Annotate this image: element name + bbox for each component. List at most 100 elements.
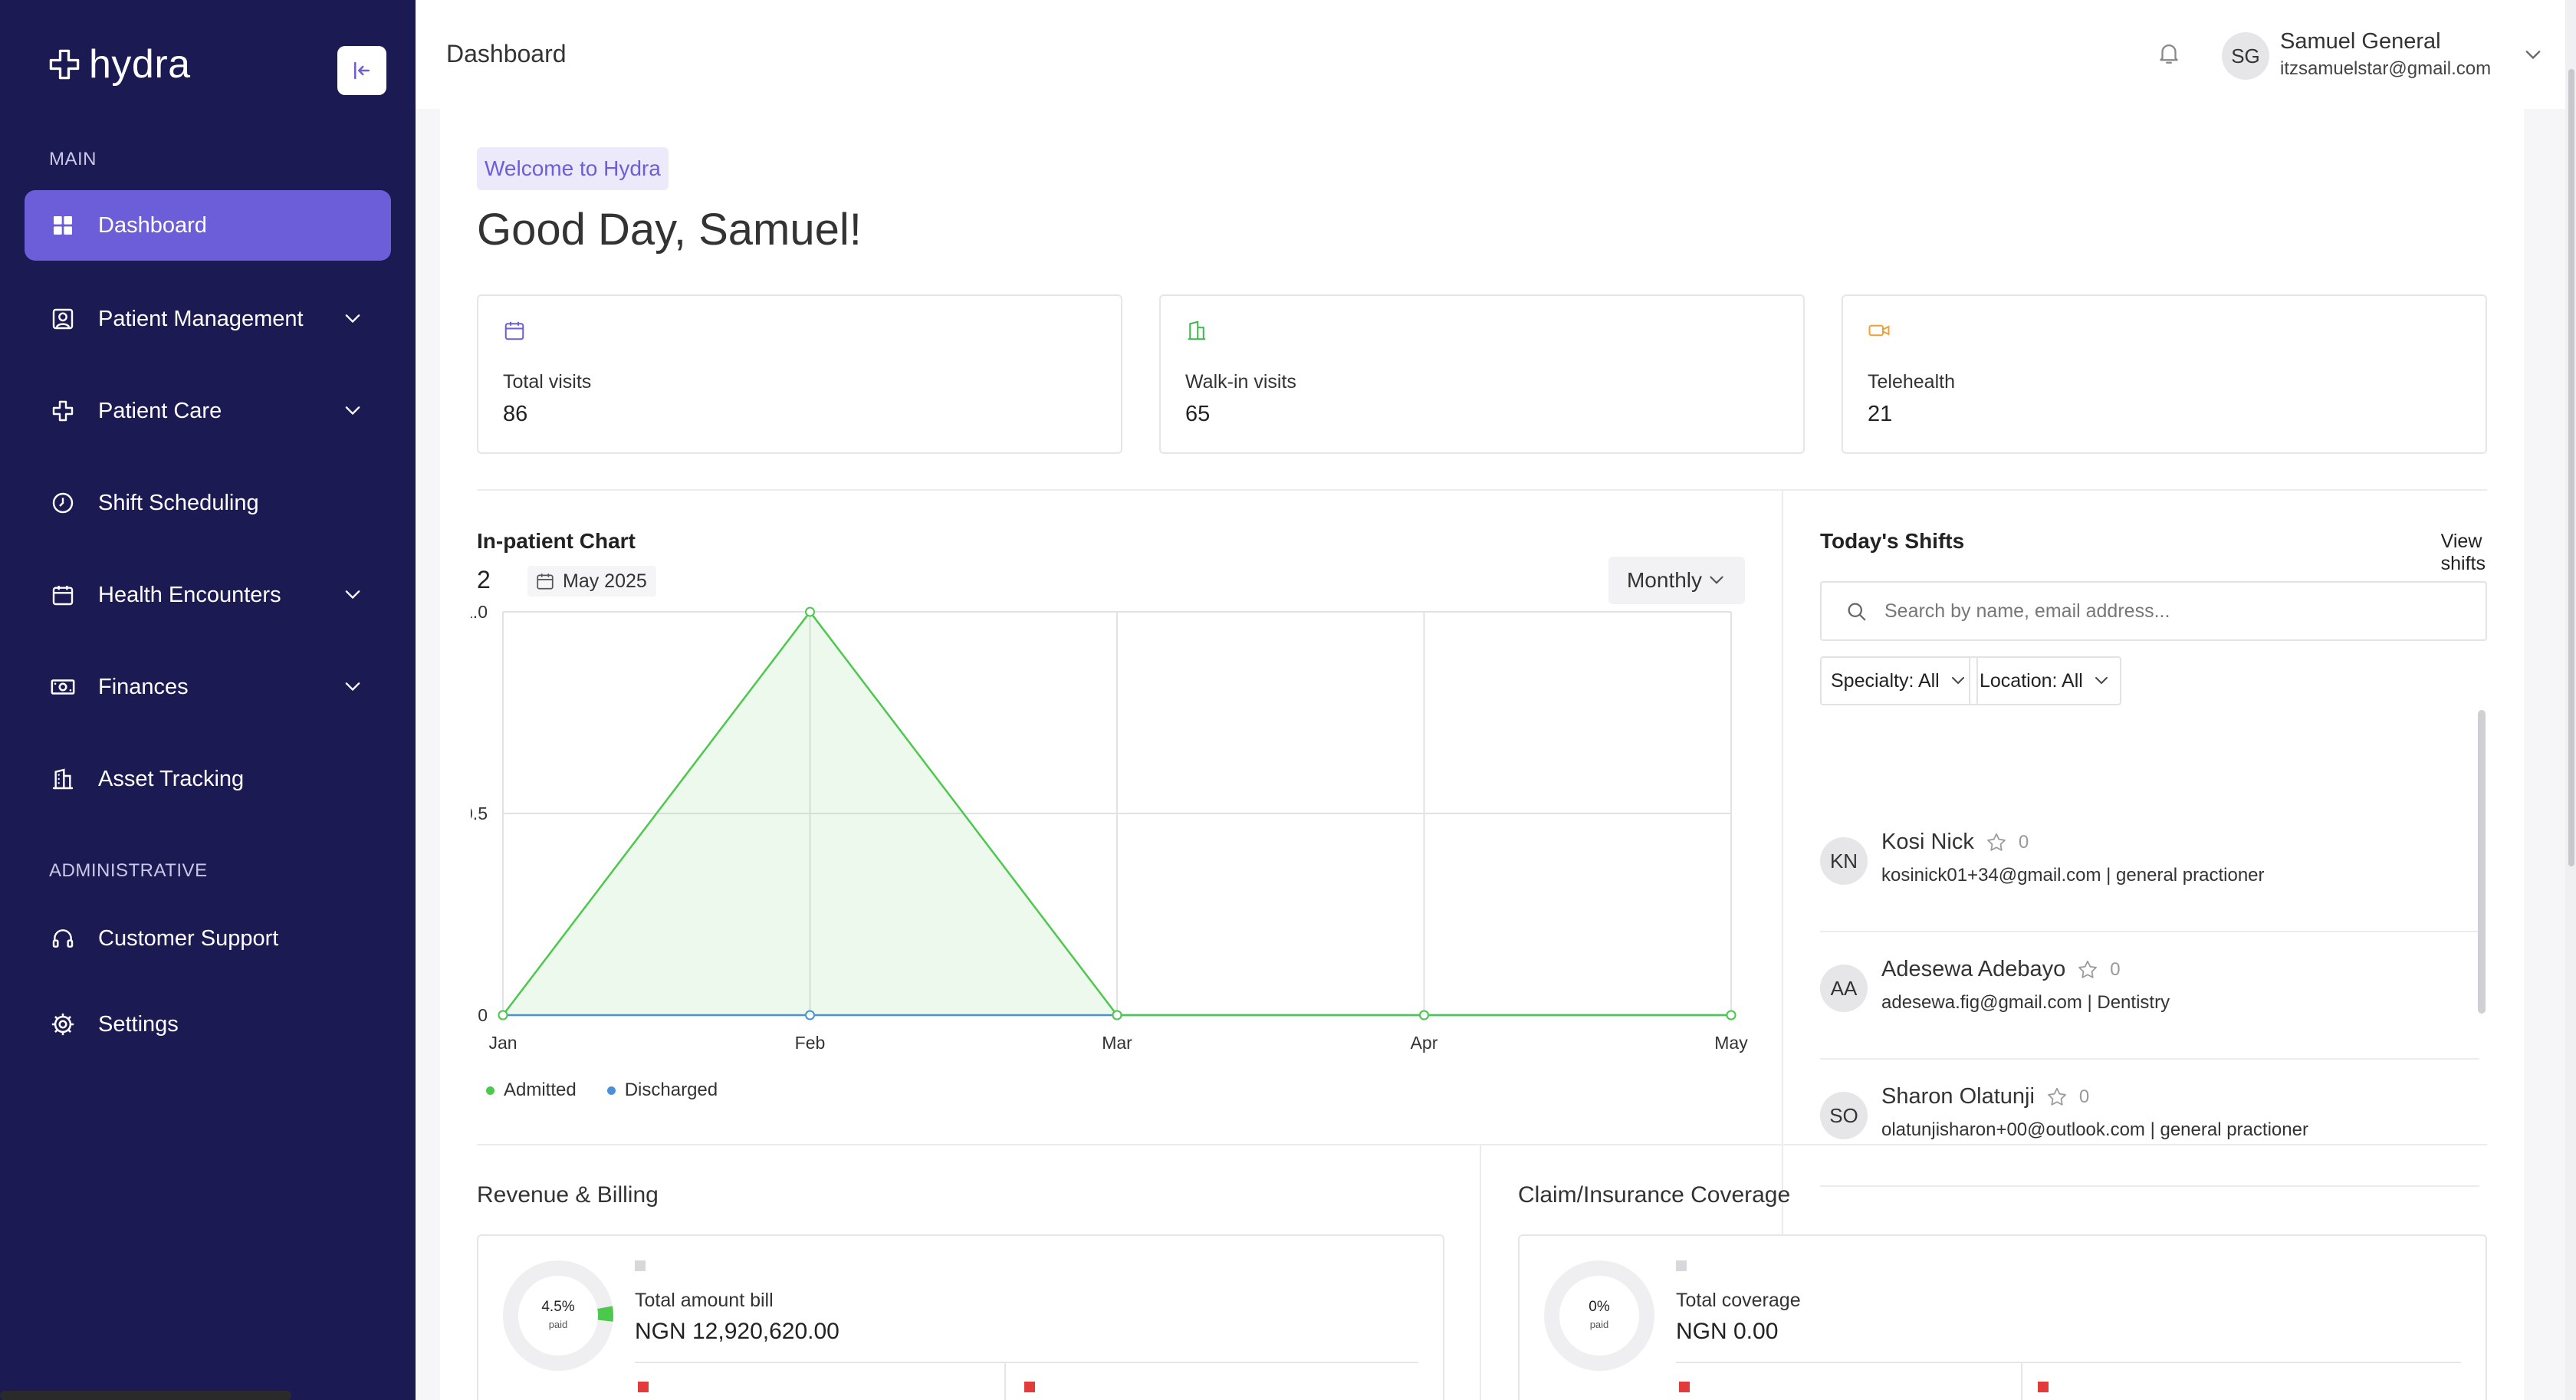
user-avatar[interactable]: SG bbox=[2222, 32, 2269, 80]
stat-value: 21 bbox=[1868, 402, 1893, 426]
legend-swatch bbox=[1676, 1260, 1687, 1271]
sidebar-item-patient-care[interactable]: Patient Care bbox=[25, 376, 391, 446]
shift-person: Kosi Nick 0 bbox=[1881, 830, 2029, 855]
shift-person: Sharon Olatunji 0 bbox=[1881, 1084, 2089, 1109]
sidebar-item-patient-management[interactable]: Patient Management bbox=[25, 284, 391, 354]
shift-search[interactable] bbox=[1820, 581, 2487, 641]
top-bar: Dashboard SG Samuel General itzsamuelsta… bbox=[416, 0, 2576, 109]
avatar: SO bbox=[1820, 1092, 1868, 1139]
date-picker-chip[interactable]: May 2025 bbox=[527, 566, 656, 596]
sidebar-item-label: Customer Support bbox=[98, 925, 279, 951]
medical-cross-icon bbox=[49, 397, 77, 425]
search-input[interactable] bbox=[1884, 600, 2467, 623]
period-select-label: Monthly bbox=[1626, 568, 1703, 592]
sidebar-item-dashboard[interactable]: Dashboard bbox=[25, 190, 391, 261]
divider bbox=[477, 489, 2487, 491]
sidebar-item-shift-scheduling[interactable]: Shift Scheduling bbox=[25, 468, 391, 538]
shift-row[interactable]: KN Kosi Nick 0 kosinick01+34@gmail.com |… bbox=[1820, 805, 2479, 932]
sidebar: hydra MAIN Dashboard Patient Management … bbox=[0, 0, 416, 1400]
bill-value: NGN 0.00 bbox=[1676, 1319, 1779, 1344]
greeting-heading: Good Day, Samuel! bbox=[477, 205, 862, 255]
avatar: KN bbox=[1820, 837, 1868, 885]
status-bar bbox=[0, 1391, 291, 1400]
star-icon[interactable] bbox=[1985, 831, 2008, 854]
star-icon[interactable] bbox=[2045, 1086, 2068, 1109]
shift-row[interactable]: SO Sharon Olatunji 0 olatunjisharon+00@o… bbox=[1820, 1060, 2479, 1187]
x-tick-label: Jan bbox=[488, 1033, 517, 1053]
revenue-donut bbox=[503, 1260, 613, 1371]
person-detail: kosinick01+34@gmail.com | general practi… bbox=[1881, 865, 2265, 886]
sidebar-item-label: Asset Tracking bbox=[98, 766, 245, 791]
calendar-icon bbox=[49, 581, 77, 609]
sidebar-item-label: Patient Management bbox=[98, 306, 304, 331]
shift-list-scrollbar[interactable] bbox=[2478, 710, 2486, 1014]
stat-value: 65 bbox=[1185, 402, 1211, 426]
stat-card-telehealth: Telehealth 21 bbox=[1842, 294, 2487, 454]
star-count: 0 bbox=[2018, 831, 2029, 853]
todays-shifts-title: Today's Shifts bbox=[1820, 529, 1965, 553]
user-email: itzsamuelstar@gmail.com bbox=[2280, 58, 2492, 79]
data-point-admitted bbox=[805, 606, 815, 617]
video-icon bbox=[1868, 324, 1890, 337]
stat-label: Total visits bbox=[503, 371, 592, 393]
chevron-down-icon[interactable] bbox=[342, 308, 363, 330]
chart-legend: Admitted Discharged bbox=[486, 1080, 718, 1101]
divider bbox=[1676, 1362, 2461, 1363]
hydra-logo-icon bbox=[49, 49, 80, 80]
inpatient-chart: 0 0.5 1.0 Jan Feb Mar Apr May bbox=[471, 602, 1748, 1053]
collapse-sidebar-button[interactable] bbox=[337, 46, 386, 95]
filter-label: Specialty: All bbox=[1831, 669, 1940, 692]
legend-item-admitted[interactable]: Admitted bbox=[486, 1080, 577, 1101]
donut-track bbox=[1544, 1260, 1654, 1371]
legend-label: Discharged bbox=[624, 1080, 718, 1100]
view-shifts-link[interactable]: View shifts bbox=[2441, 531, 2486, 575]
inpatient-chart-title: In-patient Chart bbox=[477, 529, 636, 553]
page-scrollbar[interactable] bbox=[2568, 69, 2574, 866]
sidebar-item-health-encounters[interactable]: Health Encounters bbox=[25, 560, 391, 630]
chevron-down-icon[interactable] bbox=[342, 676, 363, 698]
specialty-filter[interactable]: Specialty: All bbox=[1820, 656, 1978, 705]
shift-row[interactable]: AA Adesewa Adebayo 0 adesewa.fig@gmail.c… bbox=[1820, 932, 2479, 1060]
chevron-down-icon[interactable] bbox=[2522, 44, 2544, 66]
person-name: Adesewa Adebayo bbox=[1881, 957, 2066, 981]
chevron-down-icon[interactable] bbox=[342, 400, 363, 422]
chevron-down-icon[interactable] bbox=[342, 584, 363, 606]
sidebar-item-label: Settings bbox=[98, 1011, 179, 1037]
x-tick-label: Mar bbox=[1102, 1033, 1132, 1053]
divider bbox=[1782, 491, 1783, 1251]
sidebar-item-settings[interactable]: Settings bbox=[25, 989, 391, 1060]
sidebar-item-label: Patient Care bbox=[98, 398, 222, 423]
claims-donut bbox=[1544, 1260, 1654, 1371]
chevron-down-icon bbox=[2095, 677, 2108, 685]
user-name[interactable]: Samuel General bbox=[2280, 29, 2441, 54]
sidebar-item-label: Shift Scheduling bbox=[98, 490, 259, 515]
legend-swatch bbox=[635, 1260, 646, 1271]
avatar: AA bbox=[1820, 965, 1868, 1012]
bill-label: Total amount bill bbox=[635, 1290, 774, 1311]
logo[interactable]: hydra bbox=[48, 41, 191, 87]
date-chip-label: May 2025 bbox=[563, 570, 647, 592]
star-icon[interactable] bbox=[2076, 958, 2099, 981]
shift-list: KN Kosi Nick 0 kosinick01+34@gmail.com |… bbox=[1820, 713, 2487, 1198]
y-tick-label: 0.5 bbox=[471, 804, 488, 823]
bill-value: NGN 12,920,620.00 bbox=[635, 1319, 840, 1344]
donut-percent: 4.5% bbox=[541, 1299, 575, 1315]
legend-item-discharged[interactable]: Discharged bbox=[606, 1080, 718, 1101]
sidebar-item-finances[interactable]: Finances bbox=[25, 652, 391, 722]
stat-value: 86 bbox=[503, 402, 528, 426]
bell-icon[interactable] bbox=[2156, 40, 2182, 66]
x-tick-label: Apr bbox=[1411, 1033, 1438, 1053]
legend-swatch bbox=[638, 1382, 649, 1392]
grid-icon bbox=[49, 212, 77, 239]
divider bbox=[635, 1362, 1418, 1363]
welcome-badge: Welcome to Hydra bbox=[477, 147, 669, 190]
period-select[interactable]: Monthly bbox=[1608, 557, 1745, 604]
y-tick-label: 1.0 bbox=[471, 602, 488, 622]
calendar-icon bbox=[537, 573, 554, 590]
building-icon bbox=[1188, 320, 1206, 340]
location-filter[interactable]: Location: All bbox=[1969, 656, 2121, 705]
revenue-billing-title: Revenue & Billing bbox=[477, 1182, 659, 1208]
x-tick-label: May bbox=[1714, 1033, 1748, 1053]
sidebar-item-customer-support[interactable]: Customer Support bbox=[25, 903, 391, 974]
sidebar-item-asset-tracking[interactable]: Asset Tracking bbox=[25, 744, 391, 814]
